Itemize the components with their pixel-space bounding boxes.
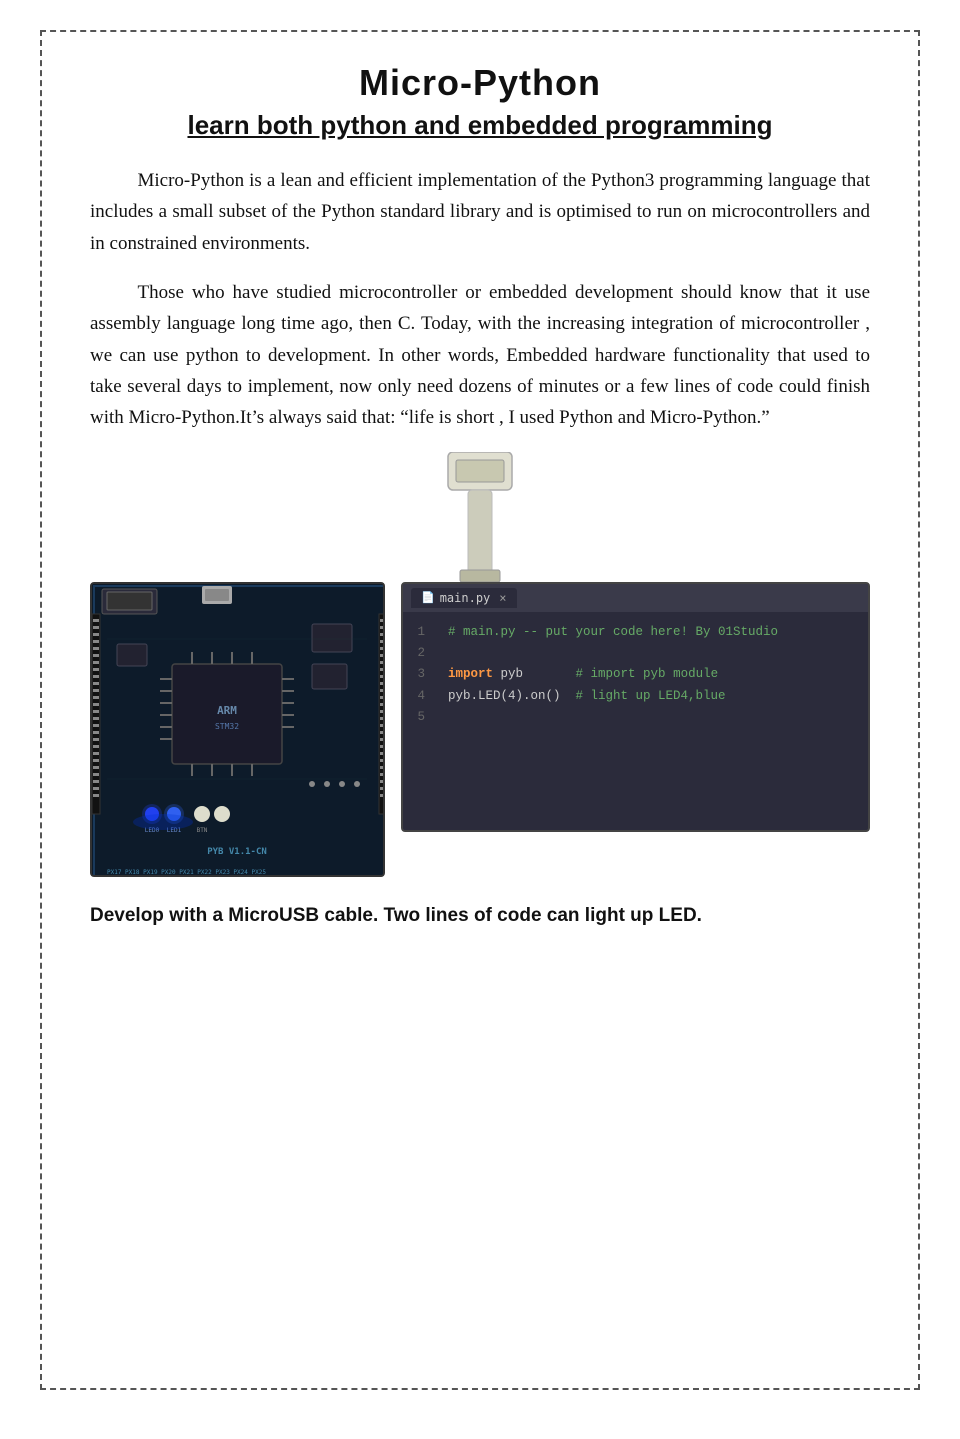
image-section: ARM STM32 bbox=[90, 452, 870, 877]
page-subtitle: learn both python and embedded programmi… bbox=[90, 110, 870, 141]
svg-text:STM32: STM32 bbox=[215, 722, 239, 731]
code-editor-image: 📄 main.py × 1 # main.py -- put your code… bbox=[401, 582, 870, 832]
code-line-5: 5 bbox=[409, 707, 862, 728]
board-image: ARM STM32 bbox=[90, 582, 385, 877]
code-line-3: 3 import pyb # import pyb module bbox=[409, 664, 862, 685]
code-line-2: 2 bbox=[409, 643, 862, 664]
paragraph-1: Micro-Python is a lean and efficient imp… bbox=[90, 165, 870, 259]
svg-text:BTN: BTN bbox=[197, 827, 208, 834]
code-body: 1 # main.py -- put your code here! By 01… bbox=[403, 612, 868, 738]
code-line-1: 1 # main.py -- put your code here! By 01… bbox=[409, 622, 862, 643]
page-title: Micro-Python bbox=[90, 62, 870, 104]
svg-text:PX17 PX18 PX19 PX20 PX21 PX22: PX17 PX18 PX19 PX20 PX21 PX22 PX23 PX24 … bbox=[107, 869, 266, 876]
paragraph-2: Those who have studied microcontroller o… bbox=[90, 277, 870, 434]
code-line-4: 4 pyb.LED(4).on() # light up LED4,blue bbox=[409, 686, 862, 707]
code-tab: 📄 main.py × bbox=[411, 588, 517, 608]
svg-text:PYB V1.1-CN: PYB V1.1-CN bbox=[207, 847, 267, 857]
usb-cable-image bbox=[370, 452, 590, 582]
code-tab-bar: 📄 main.py × bbox=[403, 584, 868, 612]
caption-text: Develop with a MicroUSB cable. Two lines… bbox=[90, 905, 870, 927]
svg-text:ARM: ARM bbox=[217, 704, 237, 717]
file-icon: 📄 bbox=[421, 591, 435, 604]
images-row: ARM STM32 bbox=[90, 582, 870, 877]
main-card: Micro-Python learn both python and embed… bbox=[40, 30, 920, 1390]
